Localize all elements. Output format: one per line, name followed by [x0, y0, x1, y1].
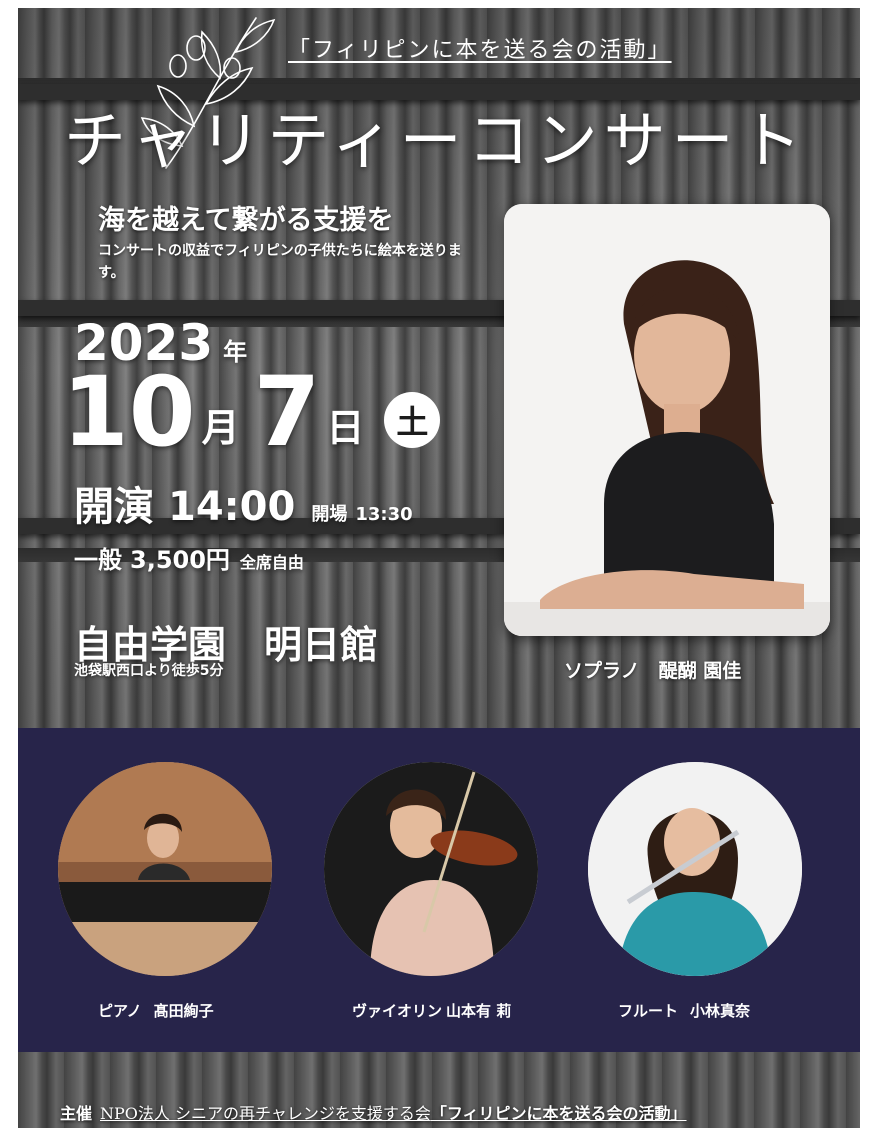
- concert-poster: 「フィリピンに本を送る会の活動」 チャリティーコンサート 海を越えて繋がる支援を…: [18, 8, 860, 1128]
- start-time-row: 開演 14:00 開場 13:30: [74, 474, 413, 532]
- day-unit: 日: [326, 406, 365, 450]
- flutist-photo: [588, 762, 802, 976]
- month-value: 10: [62, 356, 196, 468]
- price-value: 3,500円: [130, 546, 230, 574]
- ticket-price-row: 一般 3,500円 全席自由: [74, 540, 304, 575]
- violinist-portrait-image: [324, 762, 538, 976]
- organization-activity-title: 「フィリピンに本を送る会の活動」: [288, 38, 672, 63]
- seating-note: 全席自由: [239, 553, 304, 572]
- page-title: チャリティーコンサート: [64, 104, 808, 177]
- start-label: 開演: [74, 484, 154, 530]
- year-unit: 年: [223, 338, 248, 366]
- instrument-label: フルート: [618, 1002, 679, 1020]
- event-date: 10 月 7 日 土: [62, 356, 441, 468]
- footer: 主催 NPO法人 シニアの再チャレンジを支援する会「フィリピンに本を送る会の活動」: [18, 1052, 860, 1128]
- violinist-photo: [324, 762, 538, 976]
- performer-name: 髙田絢子: [153, 1002, 214, 1020]
- tagline: 海を越えて繋がる支援を: [98, 205, 394, 236]
- flutist-caption: フルート 小林真奈: [618, 1000, 750, 1021]
- organizer-line: 主催 NPO法人 シニアの再チャレンジを支援する会「フィリピンに本を送る会の活動」: [60, 1100, 687, 1124]
- instrument-label: ヴァイオリン: [352, 1002, 443, 1020]
- day-value: 7: [253, 356, 321, 468]
- event-description: コンサートの収益でフィリピンの子供たちに絵本を送ります。: [98, 243, 462, 281]
- soprano-caption: ソプラノ 醍醐 園佳: [564, 660, 742, 682]
- instrument-label: ピアノ: [98, 1002, 142, 1020]
- soprano-portrait-image: [504, 204, 830, 636]
- organizer-label: 主催: [60, 1104, 93, 1123]
- organizer-activity: 「フィリピンに本を送る会の活動」: [430, 1104, 687, 1123]
- pianist-portrait-image: [58, 762, 272, 976]
- start-time: 14:00: [168, 484, 296, 530]
- weekday-badge: 土: [384, 392, 441, 448]
- performer-name: 小林真奈: [690, 1002, 751, 1020]
- pianist-caption: ピアノ 髙田絢子: [98, 1000, 214, 1021]
- flutist-portrait-image: [588, 762, 802, 976]
- performer-name: 山本有 莉: [446, 1002, 512, 1020]
- doors-label: 開場: [311, 504, 348, 525]
- venue-access: 池袋駅西口より徒歩5分: [74, 663, 224, 679]
- organizer-name: NPO法人 シニアの再チャレンジを支援する会: [100, 1104, 431, 1123]
- pianist-photo: [58, 762, 272, 976]
- violinist-caption: ヴァイオリン 山本有 莉: [352, 1000, 511, 1021]
- performers-section: ピアノ 髙田絢子 ヴァイオリン 山本有 莉 フルート 小林真奈: [18, 728, 860, 1052]
- month-unit: 月: [201, 406, 240, 450]
- doors-time: 13:30: [355, 504, 413, 525]
- price-label: 一般: [74, 546, 122, 574]
- soprano-photo: [504, 204, 830, 636]
